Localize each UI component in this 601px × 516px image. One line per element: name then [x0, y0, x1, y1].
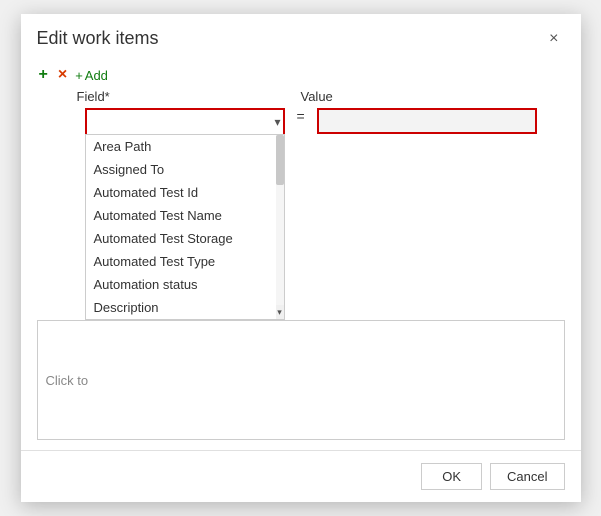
- field-input-wrapper: ▾ Area Path Assigned To Automated Test I…: [85, 108, 285, 136]
- dropdown-item-automated-test-id[interactable]: Automated Test Id: [86, 181, 284, 204]
- dropdown-item-automated-test-name[interactable]: Automated Test Name: [86, 204, 284, 227]
- field-dropdown-list: Area Path Assigned To Automated Test Id …: [85, 134, 285, 320]
- field-column-header: Field*: [77, 89, 277, 104]
- dialog-footer: OK Cancel: [21, 450, 581, 502]
- dropdown-item-assigned-to[interactable]: Assigned To: [86, 158, 284, 181]
- dropdown-item-automated-test-storage[interactable]: Automated Test Storage: [86, 227, 284, 250]
- scrollbar-thumb[interactable]: [276, 135, 284, 185]
- dialog-header: Edit work items ×: [21, 14, 581, 57]
- add-plus-icon: +: [75, 68, 83, 83]
- dropdown-item-description[interactable]: Description: [86, 296, 284, 319]
- close-button[interactable]: ×: [543, 29, 564, 49]
- dialog-title: Edit work items: [37, 28, 159, 49]
- ok-button[interactable]: OK: [421, 463, 482, 490]
- click-area: Click to: [37, 320, 565, 440]
- remove-button[interactable]: ×: [56, 67, 69, 83]
- edit-work-items-dialog: Edit work items × + × + Add Field* Value: [21, 14, 581, 502]
- toolbar-row: + × + Add: [37, 67, 565, 83]
- scrollbar-track: ▾: [276, 135, 284, 319]
- add-plus-button[interactable]: +: [37, 67, 50, 83]
- cancel-button[interactable]: Cancel: [490, 463, 564, 490]
- add-link-button[interactable]: + Add: [75, 68, 108, 83]
- click-area-text: Click to: [46, 373, 89, 388]
- column-headers: Field* Value: [37, 89, 565, 104]
- dropdown-item-area-path[interactable]: Area Path: [86, 135, 284, 158]
- field-input[interactable]: [87, 110, 283, 134]
- value-input[interactable]: [319, 110, 535, 132]
- value-input-wrapper: [317, 108, 537, 134]
- scrollbar-down-arrow[interactable]: ▾: [276, 305, 284, 319]
- field-value-row: ▾ Area Path Assigned To Automated Test I…: [37, 108, 565, 136]
- dropdown-item-automated-test-type[interactable]: Automated Test Type: [86, 250, 284, 273]
- value-column-header: Value: [301, 89, 333, 104]
- dropdown-item-automation-status[interactable]: Automation status: [86, 273, 284, 296]
- equals-sign: =: [293, 108, 309, 124]
- dialog-body: + × + Add Field* Value ▾: [21, 57, 581, 450]
- field-input-box: ▾: [85, 108, 285, 136]
